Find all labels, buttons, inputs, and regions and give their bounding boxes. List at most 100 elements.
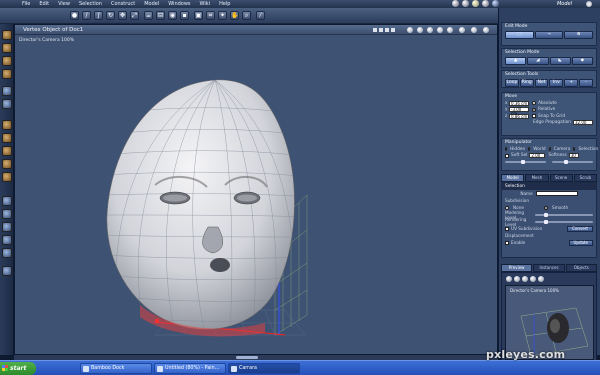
tab-model[interactable]: Model xyxy=(501,174,525,182)
slash-tool-icon[interactable]: ⁄ xyxy=(256,11,265,20)
grow-button[interactable]: + xyxy=(564,79,579,87)
vertex-tool-icon[interactable]: ▪ xyxy=(180,11,189,20)
task-carrara[interactable]: Carrara xyxy=(228,363,300,374)
camera-ctrl-icon[interactable] xyxy=(427,27,433,33)
menu-view[interactable]: View xyxy=(58,1,70,7)
eye-tool-icon[interactable]: ◉ xyxy=(168,11,177,20)
light-icon[interactable] xyxy=(472,0,479,7)
menu-wiki[interactable]: Wiki xyxy=(200,1,211,7)
move-tool-icon[interactable]: ✥ xyxy=(118,11,127,20)
sphere-icon[interactable] xyxy=(452,0,459,7)
rotate-tool-icon[interactable]: ↻ xyxy=(106,11,115,20)
scale-tool-icon[interactable]: ⤢ xyxy=(130,11,139,20)
softness-field[interactable]: 30 xyxy=(568,153,579,159)
knife-tool-icon[interactable] xyxy=(2,86,12,96)
relative-radio[interactable] xyxy=(532,107,536,112)
tab-mesh[interactable]: Mesh xyxy=(525,174,549,182)
select-edge-button[interactable]: ◢ xyxy=(527,57,549,65)
task-paint[interactable]: Untitled (80%) - Pain... xyxy=(154,363,226,374)
help-icon[interactable] xyxy=(586,1,592,7)
move-axis-icon[interactable] xyxy=(2,120,12,130)
view-icon[interactable] xyxy=(2,196,12,206)
frame-icon[interactable] xyxy=(2,248,12,258)
absolute-radio[interactable] xyxy=(532,101,536,106)
menu-construct[interactable]: Construct xyxy=(111,1,135,7)
move-z-field[interactable]: 0.86 cm xyxy=(509,113,529,119)
start-button[interactable]: start xyxy=(0,362,36,375)
rotate-icon[interactable] xyxy=(2,172,12,182)
subdivision-smooth-radio[interactable] xyxy=(543,205,548,210)
measure-icon[interactable] xyxy=(2,266,12,276)
mesh-scene[interactable] xyxy=(15,35,498,355)
layout-icon[interactable] xyxy=(385,28,389,32)
ring-button[interactable]: Ring xyxy=(519,79,534,87)
zoom-icon[interactable] xyxy=(2,209,12,219)
select-poly-button[interactable]: ◆ xyxy=(571,57,593,65)
sphere-icon[interactable] xyxy=(482,0,489,7)
camera-ctrl-icon[interactable] xyxy=(471,27,477,33)
tweak-tool-icon[interactable] xyxy=(2,43,12,53)
preview-camera-icon[interactable] xyxy=(530,276,536,282)
teapot-tool-icon[interactable]: ☕ xyxy=(144,11,153,20)
select-vertex-button[interactable]: ▲ xyxy=(505,57,527,65)
extrude-tool-icon[interactable] xyxy=(2,99,12,109)
tab-instances[interactable]: Instances xyxy=(533,264,565,272)
tab-scene[interactable]: Scene xyxy=(549,174,573,182)
soft-sel-field[interactable]: 2.00 xyxy=(529,153,546,159)
edge-propagation-field[interactable]: 32.00 xyxy=(573,120,593,126)
vertex-mode-button[interactable]: ⬚ xyxy=(505,31,534,39)
layout-icon[interactable] xyxy=(379,28,383,32)
camera-tool-icon[interactable]: ▣ xyxy=(194,11,203,20)
enable-checkbox[interactable] xyxy=(505,240,509,245)
soft-sel-checkbox[interactable] xyxy=(505,153,509,158)
rotate-axis-icon[interactable] xyxy=(2,133,12,143)
sphere-icon[interactable] xyxy=(462,0,469,7)
soft-sel-slider[interactable] xyxy=(505,160,546,165)
select-face-button[interactable]: ◣ xyxy=(549,57,571,65)
hand-tool-icon[interactable]: ✋ xyxy=(230,11,239,20)
camera-radio[interactable] xyxy=(548,147,551,152)
mirror-tool-icon[interactable]: ⊟ xyxy=(156,11,165,20)
move-x-field[interactable]: 0.36 cm xyxy=(509,100,529,106)
tab-objects[interactable]: Objects xyxy=(565,264,597,272)
tab-preview[interactable]: Preview xyxy=(501,264,533,272)
update-button[interactable]: Update xyxy=(568,239,593,246)
name-input[interactable] xyxy=(535,191,578,196)
camera-ctrl-icon[interactable] xyxy=(417,27,423,33)
tab-scrub[interactable]: Scrub xyxy=(573,174,597,182)
camera-ctrl-icon[interactable] xyxy=(407,27,413,33)
3d-viewport[interactable]: Vertex Object of Doc1 Director's Camera … xyxy=(14,24,498,355)
loop-button[interactable]: Loop xyxy=(505,79,519,87)
menu-help[interactable]: Help xyxy=(219,1,230,7)
grid-tool-icon[interactable]: ⌗ xyxy=(206,11,215,20)
preview-zoom-icon[interactable] xyxy=(506,276,512,282)
preview-rotate-icon[interactable] xyxy=(522,276,528,282)
preview-light-icon[interactable] xyxy=(538,276,544,282)
camera-ctrl-icon[interactable] xyxy=(437,27,443,33)
uv-subdivision-checkbox[interactable] xyxy=(505,226,509,231)
camera-ctrl-icon[interactable] xyxy=(447,27,453,33)
snap-to-grid-checkbox[interactable] xyxy=(532,114,536,119)
zoom-tool-icon[interactable]: ⌕ xyxy=(242,11,251,20)
preview-pan-icon[interactable] xyxy=(514,276,520,282)
menu-selection[interactable]: Selection xyxy=(79,1,102,7)
camera-ctrl-icon[interactable] xyxy=(459,27,465,33)
sphere-tool-icon[interactable]: ● xyxy=(70,11,79,20)
convert-button[interactable]: Convert xyxy=(567,225,593,232)
morph-mode-button[interactable]: ⋒ xyxy=(564,31,594,39)
menu-file[interactable]: File xyxy=(22,1,30,7)
light-tool-icon[interactable]: ✦ xyxy=(218,11,227,20)
move-y-field[interactable]: -3.00 cm xyxy=(509,107,529,115)
orbit-icon[interactable] xyxy=(2,235,12,245)
shrink-button[interactable]: - xyxy=(579,79,593,87)
bevel-tool-icon[interactable] xyxy=(2,69,12,79)
scale-axis-icon[interactable] xyxy=(2,146,12,156)
hidden-radio[interactable] xyxy=(505,147,507,152)
modeling-level-slider[interactable] xyxy=(535,212,593,217)
task-bamboo-dock[interactable]: Bamboo Dock xyxy=(80,363,152,374)
render-icon[interactable] xyxy=(492,0,499,7)
pan-icon[interactable] xyxy=(2,222,12,232)
magnet-tool-icon[interactable] xyxy=(2,56,12,66)
transform-icon[interactable] xyxy=(2,159,12,169)
softness-slider[interactable] xyxy=(552,160,593,165)
